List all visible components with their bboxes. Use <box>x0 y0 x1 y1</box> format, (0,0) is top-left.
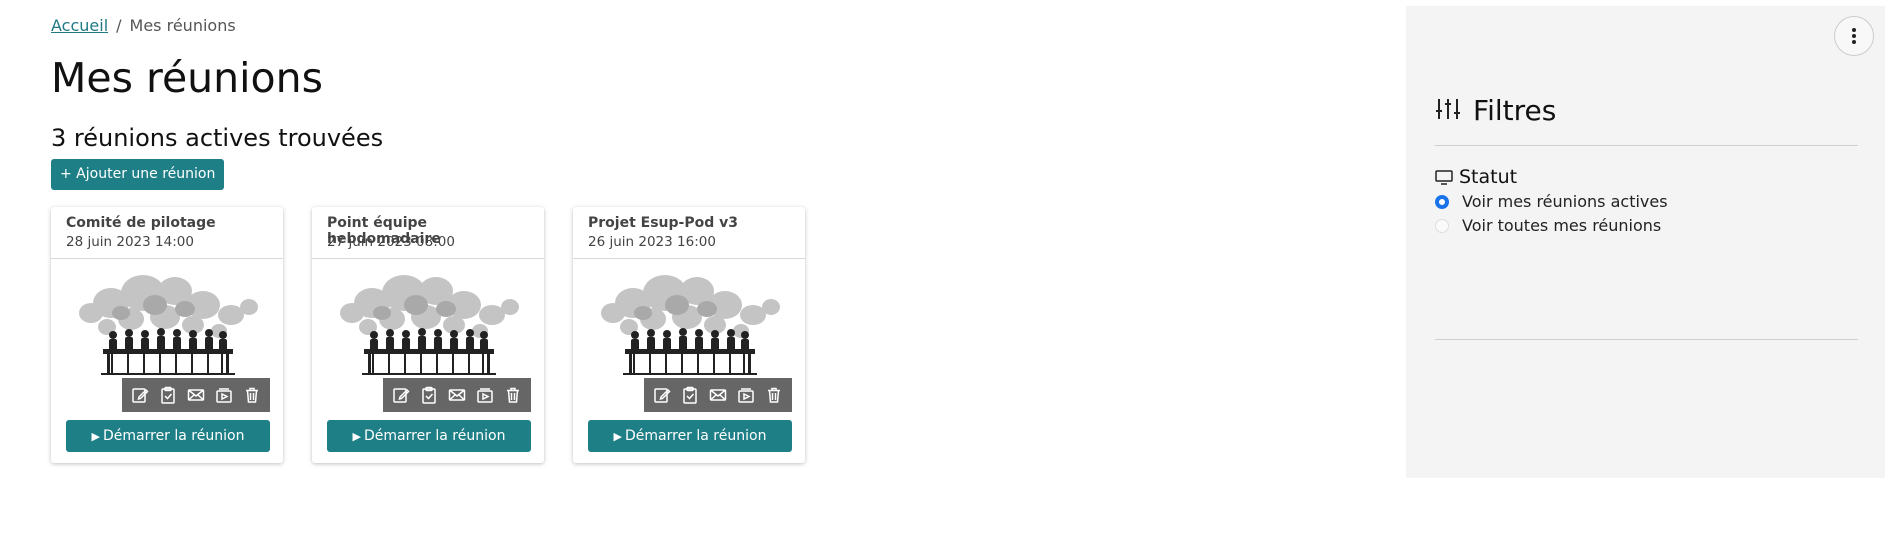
start-meeting-button[interactable]: ▶ Démarrer la réunion <box>66 420 270 452</box>
filters-sidebar: Filtres Statut Voir mes réunions actives… <box>1406 6 1885 478</box>
edit-icon[interactable] <box>651 384 673 406</box>
filter-option-label: Voir toutes mes réunions <box>1462 216 1662 235</box>
meeting-illustration <box>334 269 524 383</box>
status-label: Statut <box>1459 166 1518 188</box>
filter-option-label: Voir mes réunions actives <box>1462 192 1668 211</box>
meeting-illustration <box>73 269 263 383</box>
divider <box>1435 145 1858 146</box>
mail-icon[interactable] <box>707 384 729 406</box>
meeting-card: Comité de pilotage 28 juin 2023 14:00 ▶ … <box>51 207 283 463</box>
results-count: 3 réunions actives trouvées <box>51 124 384 152</box>
card-actions-bar <box>383 378 531 412</box>
meeting-title: Projet Esup-Pod v3 <box>588 215 738 231</box>
page-title: Mes réunions <box>51 54 323 102</box>
radio-all[interactable] <box>1435 218 1449 233</box>
checklist-icon[interactable] <box>418 384 440 406</box>
card-actions-bar <box>122 378 270 412</box>
start-meeting-button[interactable]: ▶ Démarrer la réunion <box>588 420 792 452</box>
monitor-icon <box>1435 170 1453 185</box>
checklist-icon[interactable] <box>157 384 179 406</box>
meeting-title: Comité de pilotage <box>66 215 216 231</box>
meeting-date: 28 juin 2023 14:00 <box>66 234 194 250</box>
play-icon: ▶ <box>613 430 622 443</box>
card-actions-bar <box>644 378 792 412</box>
breadcrumb-current: Mes réunions <box>129 16 236 35</box>
divider <box>1435 339 1858 340</box>
start-meeting-label: Démarrer la réunion <box>103 428 245 444</box>
filters-header: Filtres <box>1435 94 1556 127</box>
video-icon[interactable] <box>735 384 757 406</box>
breadcrumb-separator: / <box>116 16 122 35</box>
checklist-icon[interactable] <box>679 384 701 406</box>
start-meeting-label: Démarrer la réunion <box>625 428 767 444</box>
meeting-illustration <box>595 269 785 383</box>
play-icon: ▶ <box>91 430 100 443</box>
more-options-icon[interactable] <box>1834 16 1874 56</box>
start-meeting-label: Démarrer la réunion <box>364 428 506 444</box>
video-icon[interactable] <box>474 384 496 406</box>
filters-title: Filtres <box>1473 94 1557 127</box>
edit-icon[interactable] <box>129 384 151 406</box>
breadcrumb: Accueil / Mes réunions <box>51 16 236 35</box>
video-icon[interactable] <box>213 384 235 406</box>
radio-active[interactable] <box>1435 194 1449 209</box>
mail-icon[interactable] <box>446 384 468 406</box>
start-meeting-button[interactable]: ▶ Démarrer la réunion <box>327 420 531 452</box>
sliders-icon <box>1435 97 1461 125</box>
filter-option-active[interactable]: Voir mes réunions actives <box>1435 192 1668 211</box>
meeting-card: Point équipe hebdomadaire 27 juin 2023 0… <box>312 207 544 463</box>
mail-icon[interactable] <box>185 384 207 406</box>
breadcrumb-home-link[interactable]: Accueil <box>51 16 108 35</box>
trash-icon[interactable] <box>763 384 785 406</box>
play-icon: ▶ <box>352 430 361 443</box>
meeting-date: 26 juin 2023 16:00 <box>588 234 716 250</box>
trash-icon[interactable] <box>241 384 263 406</box>
meeting-card: Projet Esup-Pod v3 26 juin 2023 16:00 ▶ … <box>573 207 805 463</box>
meeting-date: 27 juin 2023 08:00 <box>327 234 455 250</box>
filter-option-all[interactable]: Voir toutes mes réunions <box>1435 216 1661 235</box>
add-meeting-button[interactable]: + Ajouter une réunion <box>51 159 225 190</box>
edit-icon[interactable] <box>390 384 412 406</box>
trash-icon[interactable] <box>502 384 524 406</box>
status-filter-label: Statut <box>1435 166 1517 188</box>
